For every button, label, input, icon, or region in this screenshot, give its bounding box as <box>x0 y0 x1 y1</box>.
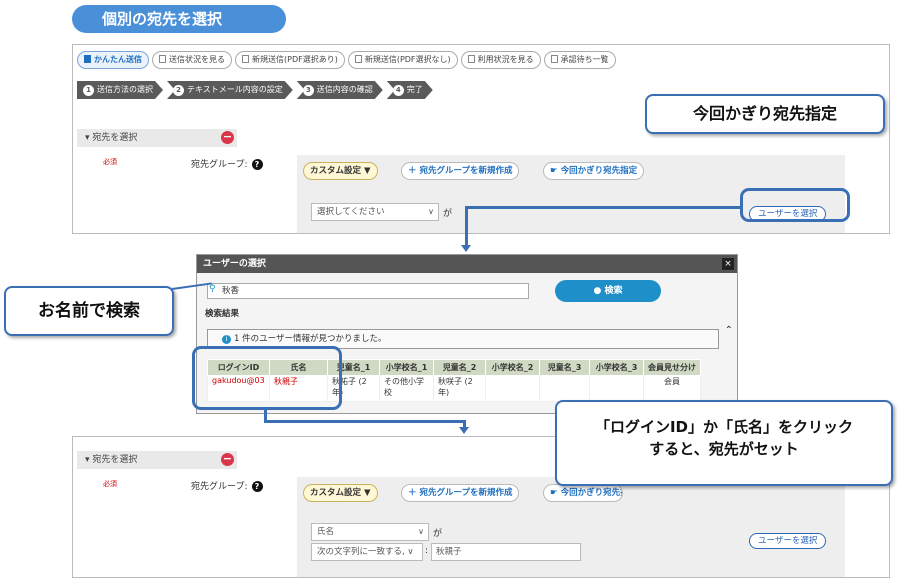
connector-line <box>465 206 741 209</box>
close-icon[interactable]: × <box>722 258 734 270</box>
select-user-button[interactable]: ユーザーを選択 <box>749 533 827 549</box>
search-button[interactable]: ● 検索 <box>555 280 661 302</box>
col-child2: 児童名_2 <box>433 359 486 376</box>
tab-bar: かんたん送信 送信状況を見る 新規送信(PDF選択あり) 新規送信(PDF選択な… <box>77 51 616 69</box>
results-label: 検索結果 <box>205 309 240 319</box>
bookmark-icon <box>84 55 91 63</box>
suffix-label: が <box>433 529 443 539</box>
col-school2: 小学校名_2 <box>485 359 540 376</box>
page-title: 個別の宛先を選択 <box>72 5 286 33</box>
tab-label: 送信状況を見る <box>169 55 225 64</box>
callout-click-hint: 「ログインID」か「氏名」をクリック すると、宛先がセット <box>555 400 893 486</box>
colon-label: : <box>425 546 429 556</box>
custom-setting-button[interactable]: カスタム設定 ▼ <box>303 162 378 180</box>
temp-dest-button[interactable]: ☛ 今回かぎり宛先指定 <box>543 484 623 502</box>
step-1: 1 送信方法の選択 <box>77 81 163 99</box>
table-cell: 秋咲子 (2年) <box>433 375 486 402</box>
table-cell: その他小学校 <box>379 375 434 402</box>
tab-send-status[interactable]: 送信状況を見る <box>152 51 232 69</box>
help-icon[interactable]: ? <box>251 159 263 170</box>
highlight-result-row <box>192 346 342 410</box>
bookmark-icon <box>242 55 249 63</box>
connector-line <box>264 420 466 423</box>
step-progress: 1 送信方法の選択 2 テキストメール内容の設定 3 送信内容の確認 4 完了 <box>77 81 437 99</box>
condition-select[interactable]: 次の文字列に一致する, ∨ <box>311 543 423 561</box>
new-group-button[interactable]: ＋ 宛先グループを新規作成 <box>401 484 520 502</box>
bookmark-icon <box>550 55 558 63</box>
chevron-down-icon: ∨ <box>428 207 434 216</box>
section-header[interactable]: ▾ 宛先を選択 <box>77 451 237 469</box>
search-input[interactable]: 秋香 <box>207 283 529 299</box>
temp-dest-button[interactable]: ☛ 今回かぎり宛先指定 <box>543 162 645 180</box>
col-member-view: 会員見せ分け <box>643 359 701 376</box>
arrow-down-icon <box>459 427 469 434</box>
col-school1: 小学校名_1 <box>379 359 434 376</box>
connector-line <box>465 206 468 246</box>
required-badge: 必須 <box>103 158 117 166</box>
help-icon[interactable]: ? <box>251 481 263 492</box>
tab-label: かんたん送信 <box>94 55 142 64</box>
group-select[interactable]: 選択してください ∨ <box>311 203 439 221</box>
required-badge: 必須 <box>103 480 117 488</box>
collapse-icon[interactable]: − <box>221 131 234 144</box>
table-cell <box>589 375 644 402</box>
field-select[interactable]: 氏名 ∨ <box>311 523 429 541</box>
tab-new-send-nopdf[interactable]: 新規送信(PDF選択なし) <box>347 51 458 69</box>
callout-search-name: お名前で検索 <box>4 286 174 336</box>
highlight-select-user <box>740 188 850 222</box>
tab-label: 新規送信(PDF選択なし) <box>364 55 451 64</box>
tab-approval[interactable]: 承認待ち一覧 <box>543 51 616 69</box>
tab-label: 新規送信(PDF選択あり) <box>252 55 338 64</box>
tab-label: 利用状況を見る <box>477 55 534 64</box>
collapse-icon[interactable]: − <box>221 453 234 466</box>
group-label: 宛先グループ:? <box>191 479 263 492</box>
table-cell <box>485 375 540 402</box>
tab-usage[interactable]: 利用状況を見る <box>460 51 541 69</box>
suffix-label: が <box>443 209 453 219</box>
bookmark-icon <box>159 55 166 63</box>
dialog-title: ユーザーの選択 <box>197 255 737 273</box>
col-child3: 児童名_3 <box>539 359 590 376</box>
table-cell: 会員 <box>643 375 701 402</box>
bookmark-icon <box>467 55 475 63</box>
bookmark-icon <box>354 55 362 63</box>
col-school3: 小学校名_3 <box>589 359 644 376</box>
tab-label: 承認待ち一覧 <box>560 55 609 64</box>
tab-new-send-pdf[interactable]: 新規送信(PDF選択あり) <box>235 51 345 69</box>
step-2: 2 テキストメール内容の設定 <box>167 81 293 99</box>
tab-easy-send[interactable]: かんたん送信 <box>77 51 149 69</box>
name-value-input[interactable]: 秋親子 <box>431 543 581 561</box>
chevron-down-icon: ∨ <box>418 527 424 536</box>
step-3: 3 送信内容の確認 <box>297 81 383 99</box>
table-cell <box>539 375 590 402</box>
section-header[interactable]: ▾ 宛先を選択 <box>77 129 237 147</box>
group-label: 宛先グループ:? <box>191 157 263 170</box>
callout-temp-dest: 今回かぎり宛先指定 <box>645 94 885 134</box>
step-4: 4 完了 <box>387 81 433 99</box>
search-icon: ⚲ <box>209 284 216 294</box>
arrow-down-icon <box>461 245 471 252</box>
info-icon: i <box>222 335 231 344</box>
new-group-button[interactable]: ＋ 宛先グループを新規作成 <box>401 162 520 180</box>
custom-setting-button[interactable]: カスタム設定 ▼ <box>303 484 378 502</box>
scroll-up-icon[interactable]: ⌃ <box>725 325 733 336</box>
